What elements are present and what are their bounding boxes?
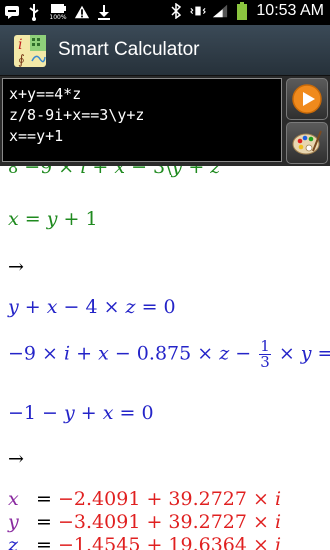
battery-icon [234, 2, 250, 20]
app-title-bar: i ∮ Smart Calculator [0, 25, 330, 76]
palette-button[interactable] [286, 122, 328, 164]
input-line: z/8-9i+x==3\y+z [9, 106, 145, 124]
run-button[interactable] [286, 78, 328, 120]
vibrate-icon [190, 2, 207, 20]
clock: 10:53 AM [256, 2, 324, 19]
app-icon: i ∮ [14, 35, 46, 68]
expression-input[interactable]: x+y==4*z z/8-9i+x==3\y+z x==y+1 [2, 78, 282, 162]
palette-icon [292, 130, 322, 155]
result-line-definition: x = y + 1 [8, 208, 98, 230]
result-line-partial: 8 −9 × i + x − 3\y + z [8, 166, 220, 178]
svg-text:∮: ∮ [18, 53, 25, 67]
system-equation-1: y + x − 4 × z = 0 [8, 296, 176, 318]
signal-icon [212, 2, 228, 20]
input-line: x+y==4*z [9, 85, 82, 103]
download-icon [96, 3, 112, 21]
arrow-symbol: → [8, 448, 24, 470]
play-icon [292, 84, 322, 114]
warning-icon [74, 3, 90, 21]
usb-icon [26, 3, 42, 21]
result-panel: 8 −9 × i + x − 3\y + z x = y + 1 → y + x… [0, 166, 330, 550]
solution-z: z = −1.4545 + 19.6364 × i [8, 534, 282, 550]
message-icon [4, 3, 20, 21]
input-line: x==y+1 [9, 127, 64, 145]
fraction: 13 [259, 337, 271, 371]
input-panel: x+y==4*z z/8-9i+x==3\y+z x==y+1 [0, 76, 330, 166]
solution-x: x = −2.4091 + 39.2727 × i [8, 488, 282, 510]
battery-full-icon: 100% [48, 3, 68, 21]
bluetooth-icon [168, 2, 184, 20]
app-title: Smart Calculator [58, 39, 200, 60]
arrow-symbol: → [8, 256, 24, 278]
solution-y: y = −3.4091 + 39.2727 × i [8, 511, 282, 533]
system-equation-2: −9 × i + x − 0.875 × z − 13 × y = 0 [8, 337, 330, 371]
svg-text:i: i [18, 37, 22, 53]
status-bar: 100% 10:53 AM [0, 0, 330, 25]
system-equation-3: −1 − y + x = 0 [8, 402, 154, 424]
